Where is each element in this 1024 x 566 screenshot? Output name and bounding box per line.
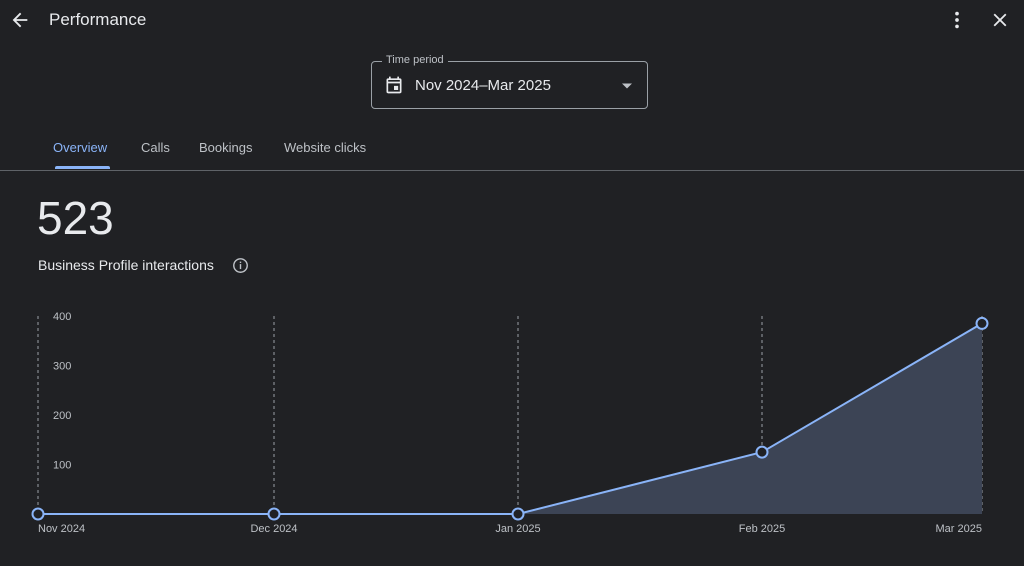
interactions-chart: 100 200 300 400 Nov 2024 Dec 2024 Jan 2025 Feb… <box>31 311 989 535</box>
arrow-back-icon <box>12 12 28 28</box>
tab-bookings[interactable]: Bookings <box>199 140 252 155</box>
y-tick-label: 100 <box>53 460 71 472</box>
page-title: Performance <box>49 10 147 29</box>
y-tick-label: 300 <box>53 361 71 373</box>
data-point <box>755 445 769 459</box>
more-options-button[interactable] <box>944 6 970 34</box>
data-point <box>975 316 989 330</box>
calendar-icon <box>386 76 402 94</box>
time-period-select[interactable]: Time period Nov 2024–Mar 2025 <box>371 54 648 109</box>
dropdown-caret-icon <box>622 83 632 89</box>
back-button[interactable] <box>6 6 34 34</box>
tab-calls[interactable]: Calls <box>141 140 170 155</box>
close-icon <box>993 13 1007 27</box>
close-button[interactable] <box>987 6 1013 34</box>
x-tick-label: Dec 2024 <box>250 523 297 535</box>
y-tick-label: 200 <box>53 410 71 422</box>
info-button[interactable] <box>231 256 249 274</box>
top-app-bar: Performance <box>0 0 1024 42</box>
chart-area-fill <box>38 323 982 514</box>
interactions-total: 523 <box>37 192 114 244</box>
x-tick-label: Nov 2024 <box>38 523 85 535</box>
x-tick-label: Jan 2025 <box>495 523 540 535</box>
more-vert-icon <box>955 11 959 29</box>
tab-overview[interactable]: Overview <box>53 140 107 155</box>
tab-bar: Overview Calls Bookings Website clicks <box>0 128 1024 171</box>
time-period-value: Nov 2024–Mar 2025 <box>415 77 551 94</box>
data-point <box>267 507 281 521</box>
x-tick-label: Mar 2025 <box>936 523 982 535</box>
metric-label: Business Profile interactions <box>38 257 214 273</box>
data-point <box>31 507 45 521</box>
x-tick-label: Feb 2025 <box>739 523 785 535</box>
data-point <box>511 507 525 521</box>
tab-website-clicks[interactable]: Website clicks <box>284 140 366 155</box>
info-icon <box>232 257 248 273</box>
active-tab-indicator <box>55 166 110 169</box>
time-period-label: Time period <box>382 54 448 66</box>
y-tick-label: 400 <box>53 311 71 323</box>
